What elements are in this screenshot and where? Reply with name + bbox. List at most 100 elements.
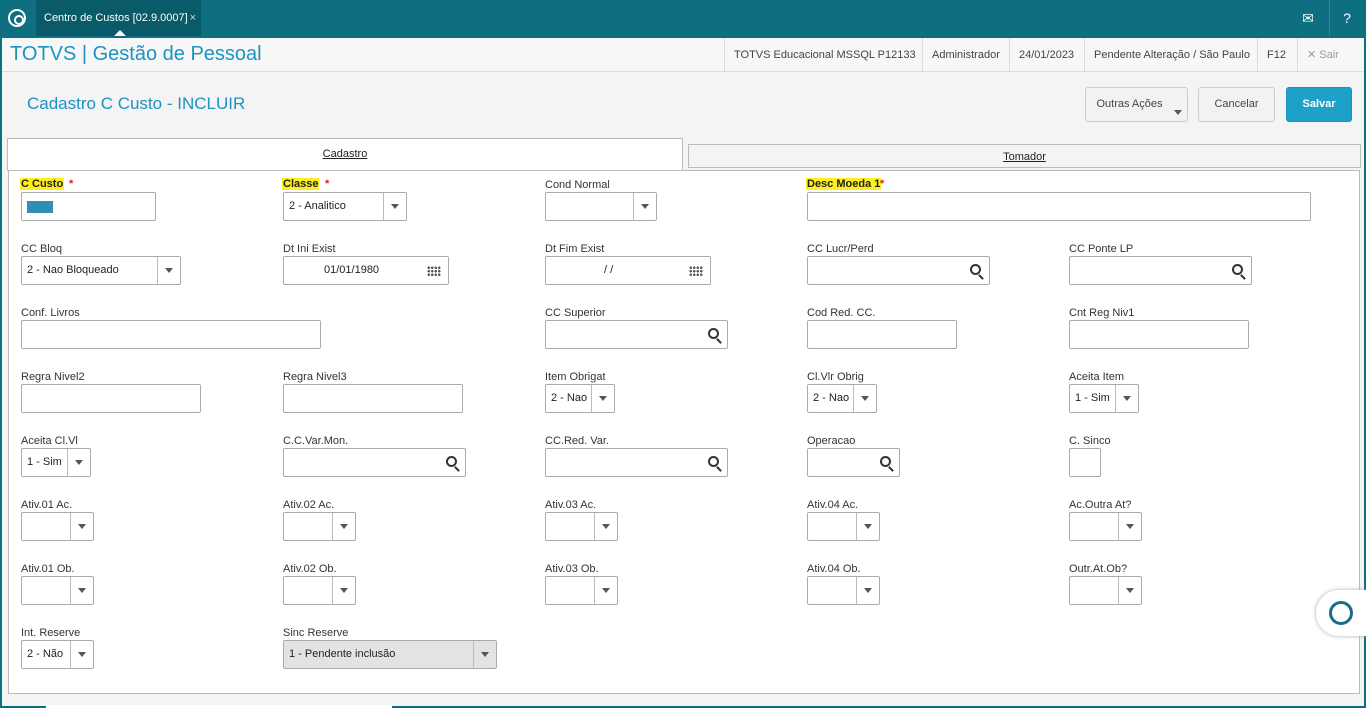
chevron-down-icon[interactable] xyxy=(1115,385,1138,412)
chevron-down-icon[interactable] xyxy=(1118,577,1141,604)
cc-superior-input[interactable] xyxy=(545,320,728,349)
exit-button[interactable]: ✕ Sair xyxy=(1297,38,1364,72)
cl-vlr-obrig-value: 2 - Nao xyxy=(813,392,850,404)
save-button[interactable]: Salvar xyxy=(1286,87,1352,122)
int-reserve-select[interactable]: 2 - Não xyxy=(21,640,94,669)
ativ02-ob-select[interactable] xyxy=(283,576,356,605)
ativ04-ob-select[interactable] xyxy=(807,576,880,605)
chevron-down-icon[interactable] xyxy=(1118,513,1141,540)
outr-at-ob-select[interactable] xyxy=(1069,576,1142,605)
aceita-cl-vl-select[interactable]: 1 - Sim xyxy=(21,448,91,477)
environment-info: TOTVS Educacional MSSQL P12133 xyxy=(724,38,925,72)
search-icon[interactable] xyxy=(446,456,457,467)
c-sinco-input[interactable] xyxy=(1069,448,1101,477)
chevron-down-icon[interactable] xyxy=(70,577,93,604)
sinc-reserve-select[interactable]: 1 - Pendente inclusão xyxy=(283,640,497,669)
search-icon[interactable] xyxy=(1232,264,1243,275)
other-actions-button[interactable]: Outras Ações xyxy=(1085,87,1188,122)
c-custo-input[interactable] xyxy=(21,192,156,221)
regra-nivel3-input[interactable] xyxy=(283,384,463,413)
help-icon[interactable]: ? xyxy=(1337,8,1357,28)
chat-assistant-button[interactable] xyxy=(1316,590,1366,636)
ativ01-ob-select[interactable] xyxy=(21,576,94,605)
ativ01-ob-label: Ativ.01 Ob. xyxy=(21,563,75,575)
tab-notch xyxy=(114,30,126,36)
operacao-input[interactable] xyxy=(807,448,900,477)
cc-lucr-perd-input[interactable] xyxy=(807,256,990,285)
totvs-logo-icon[interactable] xyxy=(8,9,26,27)
calendar-icon[interactable] xyxy=(427,266,441,276)
ativ01-ac-select[interactable] xyxy=(21,512,94,541)
regra-nivel2-label: Regra Nivel2 xyxy=(21,371,85,383)
cnt-reg-niv1-input[interactable] xyxy=(1069,320,1249,349)
search-icon[interactable] xyxy=(880,456,891,467)
classe-label: Classe xyxy=(282,178,320,190)
search-icon[interactable] xyxy=(708,328,719,339)
desc-moeda1-label: Desc Moeda 1 xyxy=(806,178,882,190)
search-icon[interactable] xyxy=(708,456,719,467)
c-custo-label: C Custo xyxy=(20,178,65,190)
cond-normal-label: Cond Normal xyxy=(545,179,610,191)
tab-label: Centro de Custos [02.9.0007] xyxy=(44,12,188,24)
main-area: TOTVS | Gestão de Pessoal TOTVS Educacio… xyxy=(2,38,1364,706)
int-reserve-label: Int. Reserve xyxy=(21,627,81,639)
tab-tomador[interactable]: Tomador xyxy=(688,144,1361,168)
ativ04-ac-select[interactable] xyxy=(807,512,880,541)
ativ02-ac-select[interactable] xyxy=(283,512,356,541)
dt-ini-exist-input[interactable]: 01/01/1980 xyxy=(283,256,449,285)
classe-value: 2 - Analitico xyxy=(289,200,346,212)
topbar-divider xyxy=(1329,0,1330,36)
close-tab-icon[interactable]: × xyxy=(190,0,196,36)
cancel-button[interactable]: Cancelar xyxy=(1198,87,1275,122)
outr-at-ob-label: Outr.At.Ob? xyxy=(1069,563,1128,575)
classe-select[interactable]: 2 - Analitico xyxy=(283,192,407,221)
chevron-down-icon[interactable] xyxy=(473,641,496,668)
regra-nivel2-input[interactable] xyxy=(21,384,201,413)
selection-highlight xyxy=(27,201,53,213)
chevron-down-icon[interactable] xyxy=(856,577,879,604)
operacao-label: Operacao xyxy=(807,435,856,447)
chevron-down-icon[interactable] xyxy=(856,513,879,540)
dt-ini-exist-label: Dt Ini Exist xyxy=(283,243,336,255)
cc-ponte-lp-input[interactable] xyxy=(1069,256,1252,285)
cc-red-var-input[interactable] xyxy=(545,448,728,477)
mail-icon[interactable]: ✉ xyxy=(1298,8,1318,28)
tab-cadastro-label: Cadastro xyxy=(322,148,368,160)
chevron-down-icon[interactable] xyxy=(594,513,617,540)
cl-vlr-obrig-select[interactable]: 2 - Nao xyxy=(807,384,877,413)
cc-bloq-select[interactable]: 2 - Nao Bloqueado xyxy=(21,256,181,285)
chevron-down-icon[interactable] xyxy=(332,513,355,540)
ativ03-ac-select[interactable] xyxy=(545,512,618,541)
chevron-down-icon[interactable] xyxy=(67,449,90,476)
search-icon[interactable] xyxy=(970,264,981,275)
desc-moeda1-input[interactable] xyxy=(807,192,1311,221)
cc-superior-label: CC Superior xyxy=(545,307,606,319)
item-obrigat-value: 2 - Nao xyxy=(551,392,588,404)
chevron-down-icon[interactable] xyxy=(594,577,617,604)
tab-cadastro[interactable]: Cadastro xyxy=(7,138,683,171)
cond-normal-select[interactable] xyxy=(545,192,657,221)
chevron-down-icon[interactable] xyxy=(157,257,180,284)
chevron-down-icon[interactable] xyxy=(383,193,406,220)
chevron-down-icon[interactable] xyxy=(633,193,656,220)
chevron-down-icon[interactable] xyxy=(70,513,93,540)
chevron-down-icon[interactable] xyxy=(853,385,876,412)
chevron-down-icon[interactable] xyxy=(332,577,355,604)
required-mark: * xyxy=(69,178,74,190)
ativ04-ob-label: Ativ.04 Ob. xyxy=(807,563,861,575)
aceita-item-label: Aceita Item xyxy=(1069,371,1125,383)
chevron-down-icon[interactable] xyxy=(591,385,614,412)
cod-red-cc-input[interactable] xyxy=(807,320,957,349)
ac-outra-at-select[interactable] xyxy=(1069,512,1142,541)
conf-livros-input[interactable] xyxy=(21,320,321,349)
cc-var-mon-input[interactable] xyxy=(283,448,466,477)
ativ03-ob-select[interactable] xyxy=(545,576,618,605)
item-obrigat-select[interactable]: 2 - Nao xyxy=(545,384,615,413)
conf-livros-label: Conf. Livros xyxy=(21,307,80,319)
cnt-reg-niv1-label: Cnt Reg Niv1 xyxy=(1069,307,1135,319)
chevron-down-icon[interactable] xyxy=(70,641,93,668)
tab-centro-de-custos[interactable]: Centro de Custos [02.9.0007] × xyxy=(36,0,201,36)
dt-fim-exist-input[interactable]: / / xyxy=(545,256,711,285)
aceita-item-select[interactable]: 1 - Sim xyxy=(1069,384,1139,413)
calendar-icon[interactable] xyxy=(689,266,703,276)
